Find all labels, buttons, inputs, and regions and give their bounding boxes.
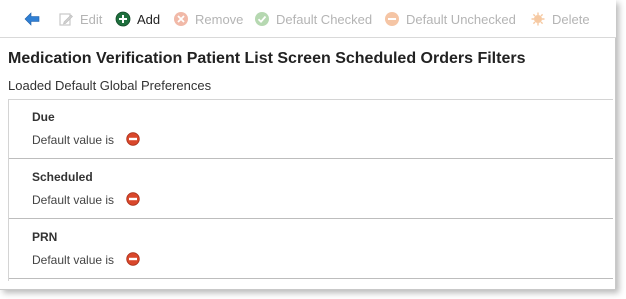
page-title: Medication Verification Patient List Scr… bbox=[8, 50, 526, 67]
remove-label: Remove bbox=[195, 11, 244, 27]
row-default-text: Default value is bbox=[32, 193, 115, 207]
add-icon bbox=[115, 11, 131, 27]
row-name: Scheduled bbox=[32, 170, 93, 184]
add-label: Add bbox=[137, 11, 161, 27]
remove-icon bbox=[173, 11, 189, 27]
list-item[interactable]: Due Default value is bbox=[9, 99, 613, 159]
minus-circle-icon bbox=[126, 191, 140, 206]
minus-circle-icon bbox=[126, 251, 140, 266]
minus-circle-icon bbox=[384, 11, 400, 27]
add-button[interactable]: Add bbox=[115, 9, 160, 29]
row-name: PRN bbox=[32, 230, 58, 244]
toolbar: Edit Add Remove Default Checked Default … bbox=[0, 0, 616, 38]
row-default-text: Default value is bbox=[32, 253, 115, 267]
minus-circle-icon bbox=[126, 131, 140, 146]
filter-list: Due Default value is Scheduled Default v… bbox=[8, 99, 613, 281]
row-name: Due bbox=[32, 110, 55, 124]
delete-icon bbox=[530, 11, 546, 27]
delete-label: Delete bbox=[552, 11, 590, 27]
row-default-value: Default value is bbox=[32, 131, 140, 147]
default-unchecked-button[interactable]: Default Unchecked bbox=[384, 9, 516, 29]
row-default-value: Default value is bbox=[32, 251, 140, 267]
list-item[interactable]: Scheduled Default value is bbox=[9, 159, 613, 219]
default-unchecked-label: Default Unchecked bbox=[406, 11, 516, 27]
page-subtitle: Loaded Default Global Preferences bbox=[8, 78, 212, 93]
remove-button[interactable]: Remove bbox=[173, 9, 243, 29]
edit-label: Edit bbox=[80, 11, 103, 27]
row-default-text: Default value is bbox=[32, 133, 115, 147]
default-checked-label: Default Checked bbox=[276, 11, 373, 27]
list-item[interactable]: PRN Default value is bbox=[9, 219, 613, 279]
back-arrow-icon[interactable] bbox=[24, 11, 40, 27]
check-circle-icon bbox=[254, 11, 270, 27]
default-checked-button[interactable]: Default Checked bbox=[254, 9, 372, 29]
row-default-value: Default value is bbox=[32, 191, 140, 207]
delete-button[interactable]: Delete bbox=[530, 9, 590, 29]
preferences-panel: Edit Add Remove Default Checked Default … bbox=[0, 0, 616, 290]
edit-icon bbox=[58, 11, 74, 27]
edit-button[interactable]: Edit bbox=[58, 9, 102, 29]
